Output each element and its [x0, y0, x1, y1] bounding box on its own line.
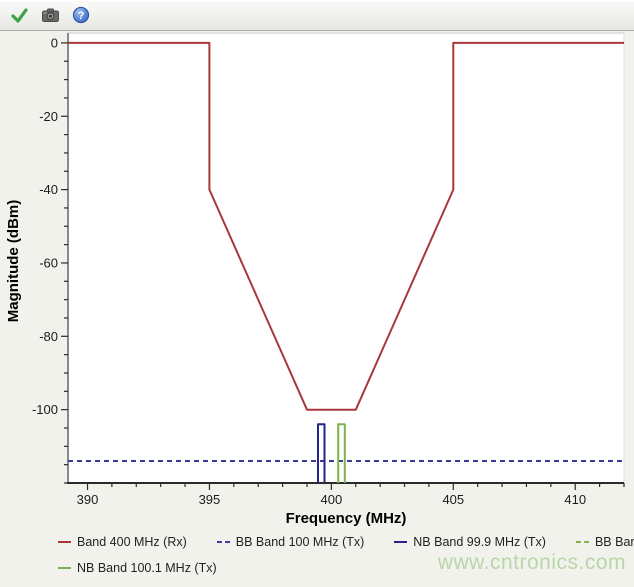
toolbar: ?: [0, 0, 634, 31]
svg-text:?: ?: [78, 10, 85, 22]
x-tick-label: 410: [564, 492, 586, 507]
legend-label: NB Band 100.1 MHz (Tx): [77, 561, 217, 575]
legend-row: Band 400 MHz (Rx) BB Band 100 MHz (Tx) NB …: [58, 535, 628, 549]
legend-label: NB Band 99.9 MHz (Tx): [413, 535, 546, 549]
legend-label: BB Band 101 MHz (Tx): [595, 535, 634, 549]
legend-item: BB Band 100 MHz (Tx): [217, 535, 365, 549]
check-icon: [10, 6, 29, 25]
help-button[interactable]: ?: [69, 3, 93, 27]
y-tick-label: 0: [51, 35, 58, 50]
legend-swatch: [217, 541, 230, 543]
camera-icon: [41, 6, 60, 25]
legend-swatch: [58, 567, 71, 569]
x-axis-title: Frequency (MHz): [286, 510, 407, 527]
y-tick-label: -80: [39, 329, 58, 344]
x-tick-label: 395: [199, 492, 221, 507]
legend-item: NB Band 99.9 MHz (Tx): [394, 535, 546, 549]
x-tick-label: 400: [321, 492, 343, 507]
legend-swatch: [394, 541, 407, 543]
plot-area: [68, 33, 624, 483]
watermark-text: www.cntronics.com: [438, 551, 626, 575]
legend-swatch: [576, 541, 589, 543]
y-tick-label: -60: [39, 255, 58, 270]
legend-label: Band 400 MHz (Rx): [77, 535, 187, 549]
help-icon: ?: [72, 6, 90, 24]
y-tick-label: -100: [32, 402, 58, 417]
frequency-response-chart: 390 395 400 405 410 0 -20 -40 -60 -80 -100 Frequen…: [0, 31, 634, 531]
y-axis-title: Magnitude (dBm): [5, 200, 22, 322]
snapshot-button[interactable]: [38, 3, 62, 27]
legend-label: BB Band 100 MHz (Tx): [236, 535, 365, 549]
x-tick-label: 405: [442, 492, 464, 507]
legend-item: NB Band 100.1 MHz (Tx): [58, 561, 217, 575]
legend-swatch: [58, 541, 71, 543]
confirm-button[interactable]: [7, 3, 31, 27]
y-tick-label: -40: [39, 182, 58, 197]
y-tick-label: -20: [39, 109, 58, 124]
legend-item: Band 400 MHz (Rx): [58, 535, 187, 549]
x-tick-label: 390: [77, 492, 99, 507]
legend-item: BB Band 101 MHz (Tx): [576, 535, 634, 549]
